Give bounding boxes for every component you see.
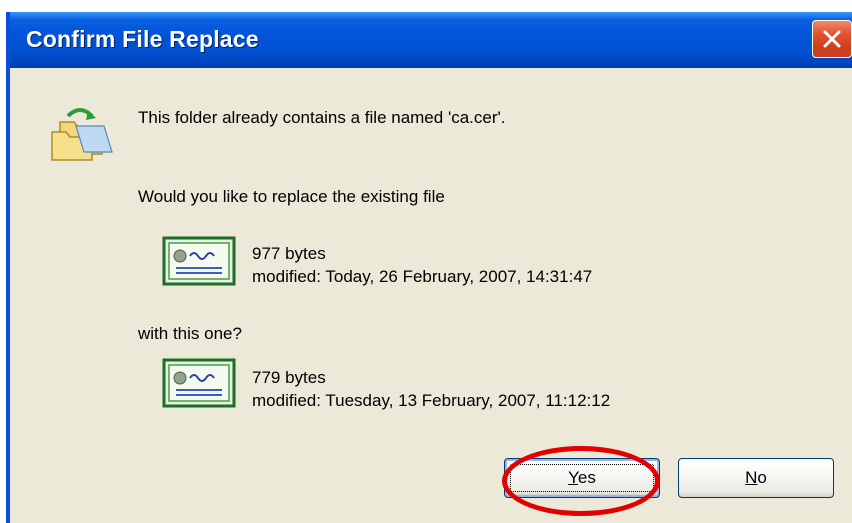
title-bar[interactable]: Confirm File Replace bbox=[10, 12, 852, 68]
confirm-file-replace-dialog: Confirm File Replace This folder already… bbox=[6, 12, 852, 523]
no-label-rest: o bbox=[757, 468, 767, 487]
message-exists-suffix: '. bbox=[497, 108, 506, 127]
yes-label-rest: es bbox=[577, 468, 596, 487]
existing-file-modified: modified: Today, 26 February, 2007, 14:3… bbox=[252, 267, 593, 286]
message-exists: This folder already contains a file name… bbox=[138, 108, 505, 128]
file-name: ca.cer bbox=[451, 108, 498, 127]
folder-copy-icon bbox=[51, 108, 113, 161]
yes-button[interactable]: Yes bbox=[504, 458, 660, 498]
certificate-icon bbox=[162, 358, 236, 408]
certificate-icon bbox=[162, 236, 236, 286]
new-file-size: 779 bytes bbox=[252, 368, 326, 387]
new-file-modified: modified: Tuesday, 13 February, 2007, 11… bbox=[252, 391, 611, 410]
with-this-one: with this one? bbox=[138, 324, 242, 343]
message-exists-prefix: This folder already contains a file name… bbox=[138, 108, 452, 127]
no-button[interactable]: No bbox=[678, 458, 834, 498]
close-icon bbox=[823, 30, 841, 48]
replace-question: Would you like to replace the existing f… bbox=[138, 187, 445, 206]
yes-accelerator: Y bbox=[568, 468, 578, 487]
no-accelerator: N bbox=[745, 468, 758, 487]
dialog-title: Confirm File Replace bbox=[26, 26, 259, 52]
close-button[interactable] bbox=[812, 20, 852, 58]
existing-file-size: 977 bytes bbox=[252, 244, 326, 263]
